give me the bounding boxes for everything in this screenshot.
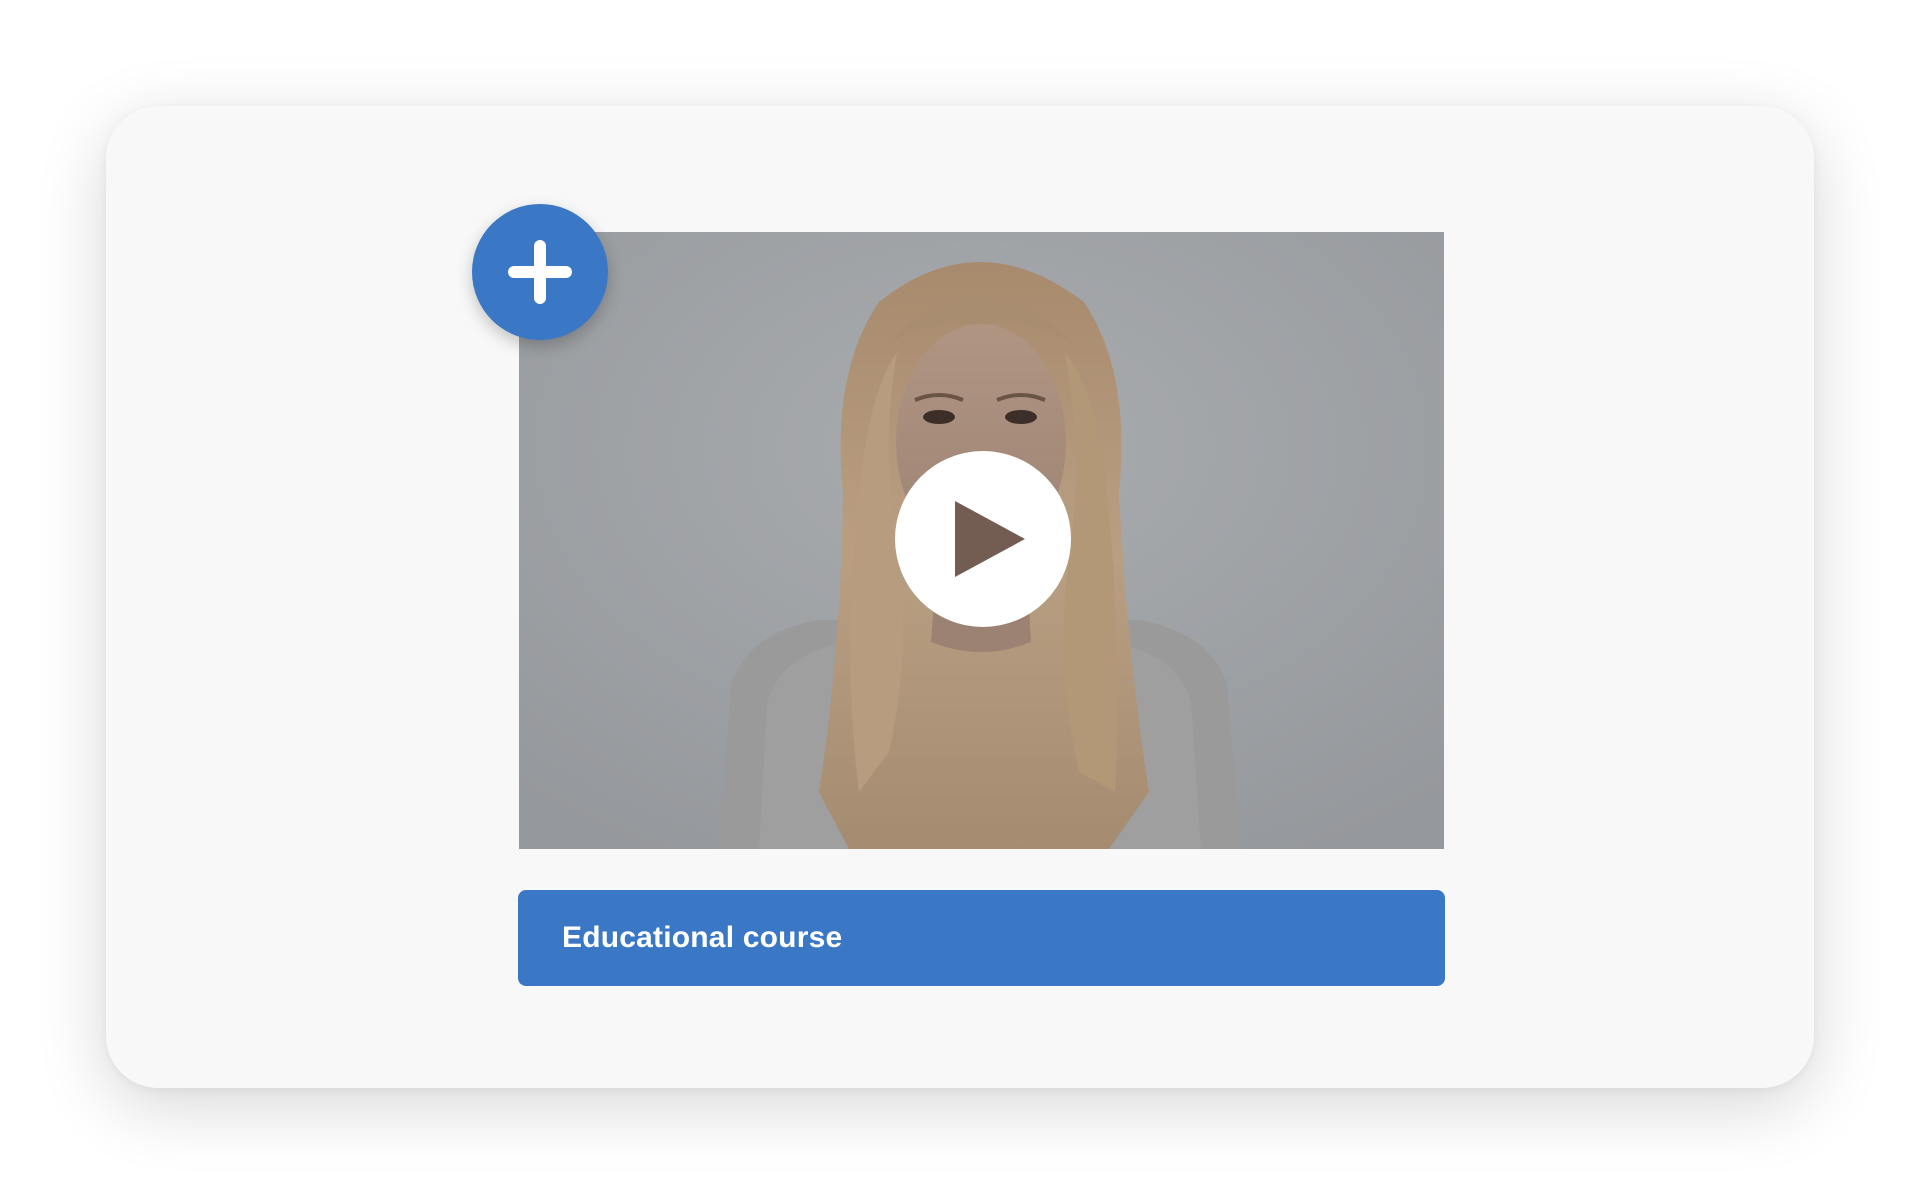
course-title-bar[interactable]: Educational course [518, 890, 1445, 986]
play-icon [955, 501, 1025, 577]
plus-icon [508, 240, 572, 304]
play-button[interactable] [895, 451, 1071, 627]
add-button[interactable] [472, 204, 608, 340]
course-title: Educational course [562, 921, 843, 954]
